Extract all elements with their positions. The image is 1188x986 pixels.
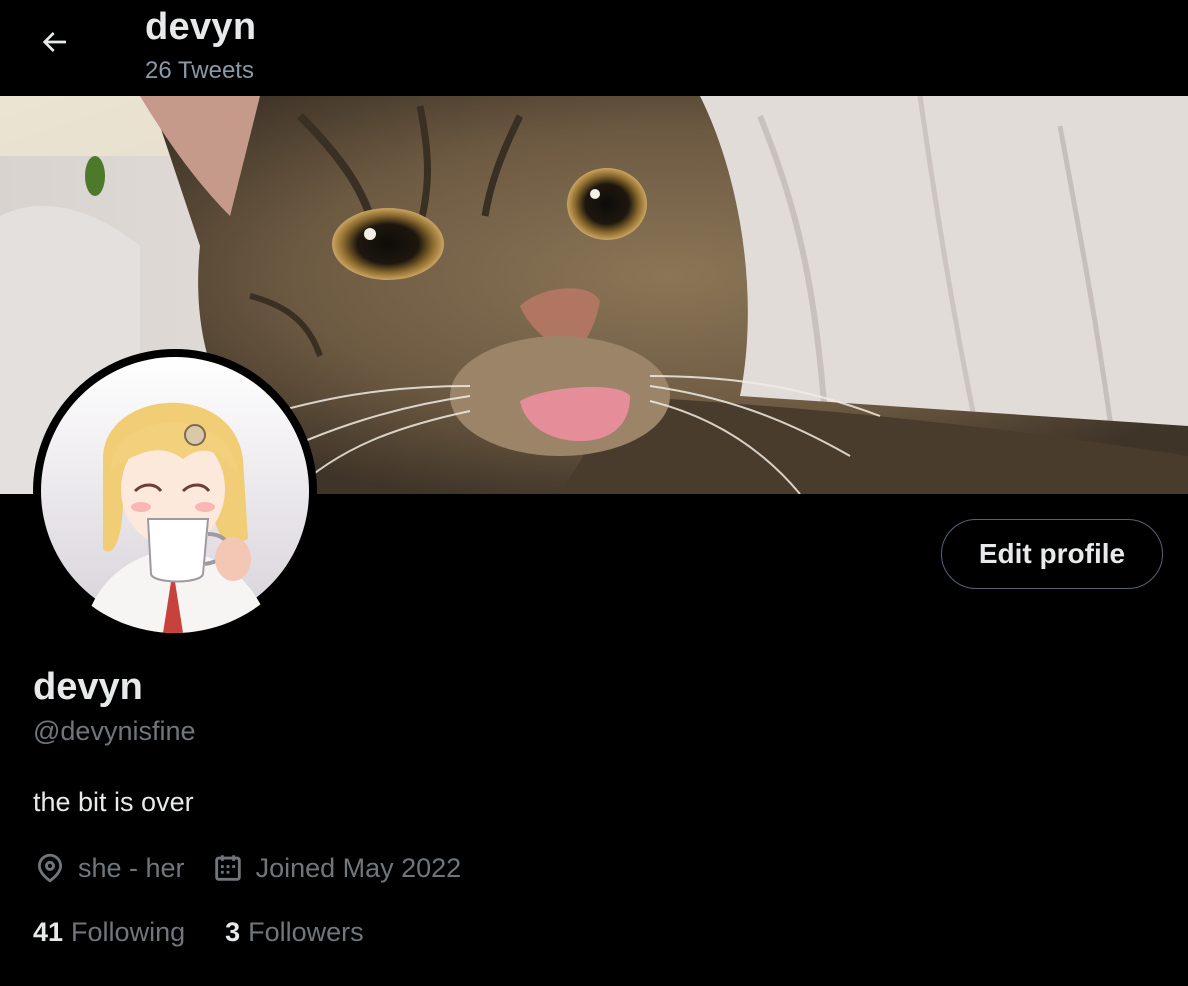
joined-text: Joined May 2022 [255, 852, 462, 883]
header-title: devyn [145, 6, 257, 48]
profile-avatar-image[interactable] [33, 349, 317, 633]
profile-page: devyn 26 Tweets Edit profile devyn @devy… [0, 0, 1188, 986]
profile-name: devyn [33, 666, 143, 708]
following-label: Following [71, 916, 186, 947]
profile-bio: the bit is over [33, 787, 194, 817]
followers-count: 3 [225, 916, 241, 947]
following-link[interactable]: 41 Following [33, 917, 185, 948]
arrow-left-icon [38, 26, 70, 63]
profile-meta: she - her Joined May 2022 [33, 849, 487, 887]
calendar-icon [211, 851, 245, 885]
location-pin-icon [33, 851, 67, 885]
back-button[interactable] [32, 22, 76, 66]
joined-item: Joined May 2022 [211, 851, 462, 885]
location-text: she - her [78, 852, 185, 883]
followers-label: Followers [248, 916, 364, 947]
location-item: she - her [33, 851, 185, 885]
following-count: 41 [33, 916, 64, 947]
top-header: devyn 26 Tweets [0, 0, 1188, 96]
profile-handle: @devynisfine [33, 716, 196, 746]
followers-link[interactable]: 3 Followers [225, 917, 364, 948]
edit-profile-button[interactable]: Edit profile [941, 519, 1163, 589]
tweet-count: 26 Tweets [145, 57, 254, 84]
follow-stats: 41 Following 3 Followers [33, 913, 404, 951]
